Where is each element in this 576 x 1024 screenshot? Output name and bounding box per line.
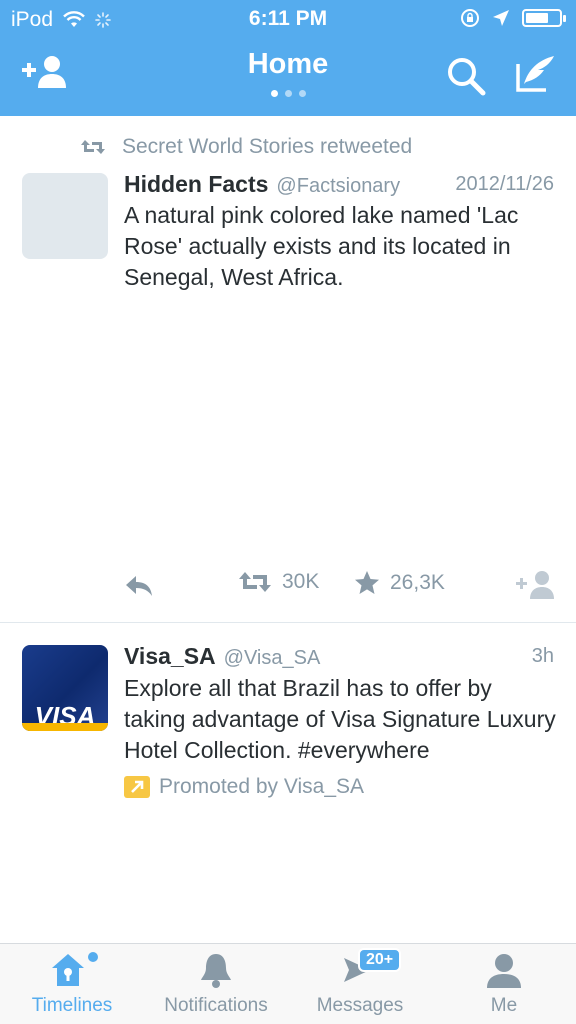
tweet-actions: 30K 26,3K <box>0 570 576 602</box>
person-icon <box>487 954 521 988</box>
tweet-text[interactable]: Explore all that Brazil has to offer by … <box>124 673 556 766</box>
top-header: iPod 6:11 PM Home <box>0 0 576 116</box>
compose-icon <box>516 56 554 92</box>
avatar[interactable]: VISA <box>22 645 108 731</box>
home-icon <box>52 952 98 986</box>
tweet-text[interactable]: A natural pink colored lake named 'Lac R… <box>124 200 556 293</box>
page-title: Home <box>247 48 329 80</box>
promoted-label: Promoted by Visa_SA <box>124 775 364 799</box>
tab-messages[interactable]: 20+ Messages <box>312 944 408 1024</box>
rotation-lock-icon <box>461 9 479 27</box>
retweet-count: 30K <box>282 570 320 593</box>
messages-badge: 20+ <box>358 948 402 972</box>
status-bar: iPod 6:11 PM <box>0 0 576 38</box>
favorite-button[interactable]: 26,3K <box>354 570 445 596</box>
favorite-count: 26,3K <box>390 571 445 594</box>
tweet-author-name[interactable]: Visa_SA <box>124 643 216 669</box>
tweet-author-handle: @Visa_SA <box>223 647 321 669</box>
tab-label: Notifications <box>164 995 268 1016</box>
reply-icon <box>126 576 152 596</box>
location-icon <box>493 10 509 26</box>
retweet-context-label: Secret World Stories retweeted <box>122 135 413 158</box>
avatar[interactable] <box>22 173 108 259</box>
retweet-icon <box>239 572 271 592</box>
bell-icon <box>201 954 231 988</box>
star-icon <box>355 571 379 594</box>
tab-me[interactable]: Me <box>476 944 532 1024</box>
retweet-button[interactable]: 30K <box>238 570 319 594</box>
tab-label: Me <box>490 995 518 1016</box>
tab-bar: Timelines Notifications 20+ Messages Me <box>0 943 576 1024</box>
promoted-arrow-icon <box>124 776 150 798</box>
reply-button[interactable] <box>124 574 154 598</box>
tab-timelines[interactable]: Timelines <box>26 944 118 1024</box>
tab-notifications[interactable]: Notifications <box>158 944 274 1024</box>
tweet-timestamp: 2012/11/26 <box>455 173 554 195</box>
tab-label: Timelines <box>31 995 113 1016</box>
tab-label: Messages <box>316 995 404 1016</box>
tweet-timestamp: 3h <box>531 645 554 667</box>
tweet-header: Hidden Facts @Factsionary 2012/11/26 <box>124 171 556 198</box>
search-icon <box>448 58 486 96</box>
promoted-text: Promoted by Visa_SA <box>159 775 365 798</box>
battery-icon <box>522 9 566 27</box>
tweet-header: Visa_SA @Visa_SA 3h <box>124 643 556 670</box>
retweet-icon <box>81 140 105 154</box>
search-button[interactable] <box>446 56 486 101</box>
tweet-author-name[interactable]: Hidden Facts <box>124 171 268 197</box>
follow-button[interactable] <box>516 570 556 600</box>
add-user-icon <box>516 571 554 599</box>
compose-button[interactable] <box>514 54 556 99</box>
page-indicator <box>0 90 576 97</box>
retweet-context: Secret World Stories retweeted <box>80 135 412 159</box>
tweet-divider <box>0 622 576 623</box>
tweet-author-handle: @Factsionary <box>276 175 401 197</box>
